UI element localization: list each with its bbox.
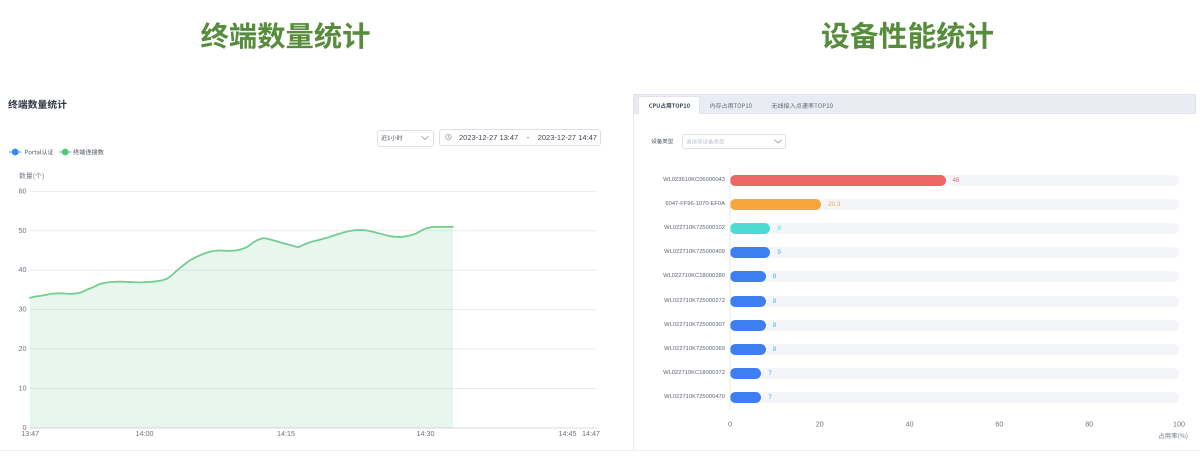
svg-text:10: 10 bbox=[19, 384, 27, 393]
svg-text:14:45: 14:45 bbox=[559, 429, 577, 438]
svg-text:0: 0 bbox=[23, 423, 27, 432]
svg-text:14:47: 14:47 bbox=[582, 429, 600, 438]
svg-text:40: 40 bbox=[19, 265, 27, 274]
svg-text:40: 40 bbox=[906, 420, 914, 429]
svg-text:14:00: 14:00 bbox=[136, 429, 154, 438]
svg-text:50: 50 bbox=[19, 226, 27, 235]
svg-text:13:47: 13:47 bbox=[21, 429, 39, 438]
svg-text:0: 0 bbox=[728, 420, 732, 429]
svg-text:30: 30 bbox=[19, 305, 27, 314]
svg-text:14:15: 14:15 bbox=[277, 429, 295, 438]
svg-text:100: 100 bbox=[1173, 420, 1185, 429]
svg-text:60: 60 bbox=[995, 420, 1003, 429]
svg-text:20: 20 bbox=[816, 420, 824, 429]
svg-text:60: 60 bbox=[19, 186, 27, 195]
svg-text:20: 20 bbox=[19, 344, 27, 353]
svg-text:14:30: 14:30 bbox=[417, 429, 435, 438]
svg-text:80: 80 bbox=[1085, 420, 1093, 429]
